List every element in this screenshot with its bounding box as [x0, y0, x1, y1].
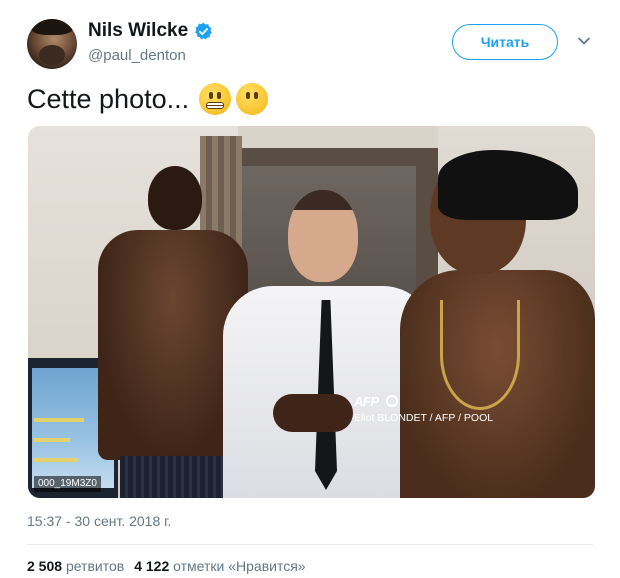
photo-id-label: 000_19M3Z0	[34, 476, 101, 492]
avatar-beard	[39, 45, 65, 65]
retweets-count: 2 508	[27, 558, 63, 574]
chevron-down-icon[interactable]	[577, 34, 591, 48]
likes-count: 4 122	[134, 558, 170, 574]
photo-tv-bar	[34, 418, 84, 422]
photo-person-left-head	[148, 166, 202, 230]
avatar[interactable]	[27, 19, 77, 69]
likes-stat[interactable]: 4 122 отметки «Нравится»	[134, 558, 305, 574]
photo-tv-bar	[34, 458, 78, 462]
tweet-card: Nils Wilcke @paul_denton Читать Cette ph…	[0, 0, 620, 578]
photo-tv-bar	[34, 438, 70, 442]
author-name-row: Nils Wilcke	[88, 20, 213, 42]
verified-badge-icon	[195, 22, 213, 39]
grimacing-face-emoji	[199, 83, 232, 115]
tweet-timestamp[interactable]: 15:37 - 30 сент. 2018 г.	[27, 513, 171, 529]
tweet-text: Cette photo...	[27, 83, 190, 114]
follow-button[interactable]: Читать	[452, 24, 558, 60]
photo-person-left-pants	[120, 456, 230, 498]
photo-person-center-head	[288, 190, 358, 282]
afp-logo: AFP	[354, 394, 379, 409]
likes-label: отметки «Нравится»	[173, 558, 306, 574]
retweets-label: ретвитов	[65, 558, 125, 574]
author-handle[interactable]: @paul_denton	[88, 47, 186, 64]
face-without-mouth-emoji	[236, 83, 269, 115]
author-display-name[interactable]: Nils Wilcke	[88, 20, 188, 42]
tweet-text-row: Cette photo...	[27, 83, 269, 115]
photo-credit: Eliot BLONDET / AFP / POOL	[354, 412, 494, 424]
photo-credit-overlay: AFP Eliot BLONDET / AFP / POOL	[344, 390, 502, 430]
avatar-hair	[31, 19, 73, 35]
photo-hand	[273, 394, 353, 432]
stats-divider	[27, 544, 593, 545]
tweet-stats: 2 508 ретвитов 4 122 отметки «Нравится»	[27, 558, 306, 574]
photo-person-right	[400, 150, 595, 498]
photo-person-right-headwrap	[438, 150, 578, 220]
afp-logo-mark-icon	[386, 395, 398, 407]
tweet-photo[interactable]: AFP Eliot BLONDET / AFP / POOL 000_19M3Z…	[28, 126, 595, 498]
retweets-stat[interactable]: 2 508 ретвитов	[27, 558, 124, 574]
